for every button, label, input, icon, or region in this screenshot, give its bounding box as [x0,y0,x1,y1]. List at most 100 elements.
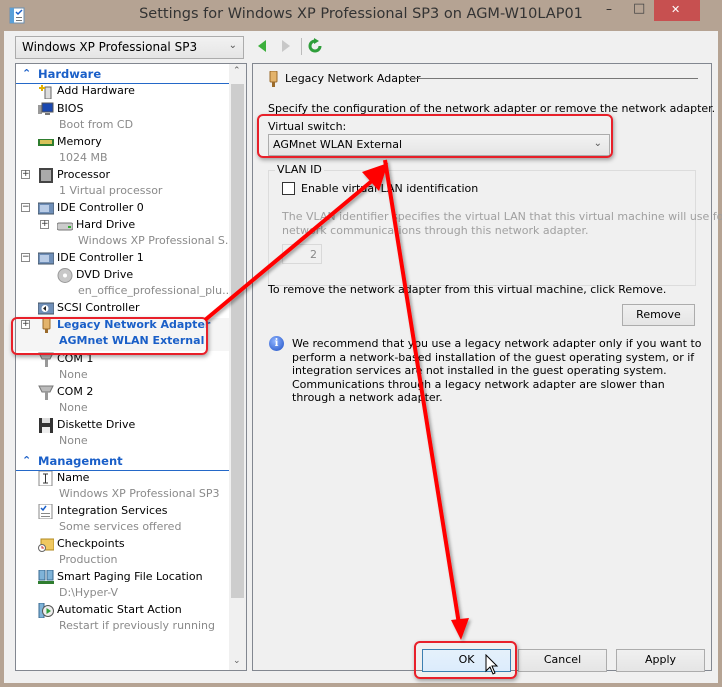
expand-icon[interactable]: + [21,170,30,179]
pane-header: Legacy Network Adapter [285,72,421,85]
close-icon: ✕ [671,3,681,16]
collapse-icon[interactable]: − [21,253,30,262]
tree-item-sublabel: Some services offered [59,520,182,533]
section-header-hardware[interactable]: ⌃ Hardware [16,66,230,84]
tree-item-add-hardware[interactable]: Add Hardware [16,84,230,100]
scroll-up-icon[interactable]: ⌃ [233,66,241,76]
management-header-label: Management [38,454,123,468]
dvd-disc-icon [57,268,73,283]
tree-item-processor[interactable]: + Processor 1 Virtual processor [16,168,230,200]
com-port-icon [38,352,54,367]
expand-icon[interactable]: + [21,320,30,329]
hard-drive-icon [57,222,73,231]
tree-item-label: SCSI Controller [57,301,140,314]
tree-item-bios[interactable]: BIOS Boot from CD [16,102,230,134]
tree-item-dvd-drive[interactable]: DVD Drive en_office_professional_plu... [16,268,233,300]
cancel-button[interactable]: Cancel [518,649,607,672]
vlan-id-legend: VLAN ID [275,163,324,176]
network-adapter-icon [42,318,51,333]
minimize-icon: – [606,2,612,16]
tree-item-label: IDE Controller 0 [57,201,144,214]
com-port-icon [38,385,54,400]
refresh-icon[interactable] [307,38,323,54]
section-header-management[interactable]: ⌃ Management [16,453,230,471]
tree-item-scsi-controller[interactable]: SCSI Controller [16,301,230,317]
vlan-id-input[interactable]: 2 [282,244,322,264]
enable-vlan-checkbox[interactable] [282,182,295,195]
tree-item-label: DVD Drive [76,268,134,281]
tree-item-label: Name [57,471,90,484]
tree-item-sublabel: None [59,434,88,447]
tree-item-com-1[interactable]: COM 1 None [16,352,230,384]
tree-item-sublabel: AGMnet WLAN External [59,334,205,347]
collapse-chevron-icon: ⌃ [22,454,32,467]
tree-item-label: Smart Paging File Location [57,570,203,583]
tree-item-sublabel: Windows XP Professional SP3 [59,487,220,500]
memory-icon [38,139,54,146]
tree-item-sublabel: Production [59,553,118,566]
tree-item-label: Automatic Start Action [57,603,182,616]
minimize-button[interactable]: – [598,0,624,21]
tree-item-integration-services[interactable]: Integration Services Some services offer… [16,504,230,536]
tree-item-sublabel: None [59,401,88,414]
floppy-disk-icon [39,418,53,433]
tree-item-label: BIOS [57,102,84,115]
scroll-down-icon[interactable]: ⌄ [233,656,241,666]
chevron-down-icon: ⌄ [228,40,237,51]
vm-selector-dropdown[interactable]: Windows XP Professional SP3 ⌄ [15,36,244,59]
tree-item-sublabel: None [59,368,88,381]
tree-item-diskette-drive[interactable]: Diskette Drive None [16,418,230,450]
tree-item-checkpoints[interactable]: Checkpoints Production [16,537,230,569]
scrollbar-thumb[interactable] [231,84,244,598]
legacy-adapter-info-text: We recommend that you use a legacy netwo… [292,337,702,404]
details-pane: Legacy Network Adapter Specify the confi… [252,63,722,671]
remove-button[interactable]: Remove [622,304,695,326]
toolbar-separator [301,38,302,55]
tree-item-name[interactable]: Name Windows XP Professional SP3 [16,471,230,503]
vlan-help-text-line1: The VLAN identifier specifies the virtua… [282,210,722,223]
settings-window: Settings for Windows XP Professional SP3… [0,0,722,687]
checkpoints-folder-icon [38,538,54,552]
add-hardware-icon [39,85,52,99]
collapse-icon[interactable]: − [21,203,30,212]
virtual-switch-dropdown[interactable]: AGMnet WLAN External ⌄ [268,134,610,156]
ide-controller-icon [38,252,54,265]
tree-item-hard-drive[interactable]: + Hard Drive Windows XP Professional S..… [16,218,235,250]
apply-button[interactable]: Apply [616,649,705,672]
header-divider [408,78,698,79]
expand-icon[interactable]: + [40,220,49,229]
tree-item-label: Add Hardware [57,84,135,97]
forward-arrow-icon[interactable] [281,39,291,53]
close-button[interactable]: ✕ [654,0,700,21]
smart-paging-icon [38,570,54,584]
virtual-switch-value: AGMnet WLAN External [273,138,403,151]
tree-item-sublabel: en_office_professional_plu... [78,284,233,297]
tree-item-sublabel: 1 Virtual processor [59,184,163,197]
tree-scrollbar[interactable]: ⌃ ⌄ [229,64,246,670]
title-bar[interactable]: Settings for Windows XP Professional SP3… [0,0,722,31]
tree-item-sublabel: Boot from CD [59,118,134,131]
maximize-button[interactable]: □ [626,0,652,21]
tree-item-ide-controller-1[interactable]: − IDE Controller 1 [16,251,230,267]
mouse-cursor-icon [485,654,499,675]
enable-vlan-label[interactable]: Enable virtual LAN identification [301,182,478,195]
remove-instructions: To remove the network adapter from this … [268,283,667,296]
tree-item-sublabel: Windows XP Professional S... [78,234,236,247]
tree-item-label: Processor [57,168,110,181]
bios-computer-icon [38,102,54,115]
tree-item-label: Integration Services [57,504,168,517]
automatic-start-icon [38,603,54,618]
tree-item-smart-paging[interactable]: Smart Paging File Location D:\Hyper-V [16,570,230,602]
tree-item-com-2[interactable]: COM 2 None [16,385,230,417]
tree-item-ide-controller-0[interactable]: − IDE Controller 0 [16,201,230,217]
tree-item-memory[interactable]: Memory 1024 MB [16,135,230,167]
processor-icon [39,168,53,183]
tree-item-automatic-start-action[interactable]: Automatic Start Action Restart if previo… [16,603,230,635]
tree-item-legacy-network-adapter[interactable]: + Legacy Network Adapter AGMnet WLAN Ext… [16,318,230,351]
back-arrow-icon[interactable] [257,39,267,53]
vm-selector-value: Windows XP Professional SP3 [22,40,198,54]
tree-item-label: Hard Drive [76,218,136,231]
chevron-down-icon: ⌄ [593,138,602,149]
collapse-chevron-icon: ⌃ [22,67,32,80]
tree-item-label: COM 1 [57,352,94,365]
